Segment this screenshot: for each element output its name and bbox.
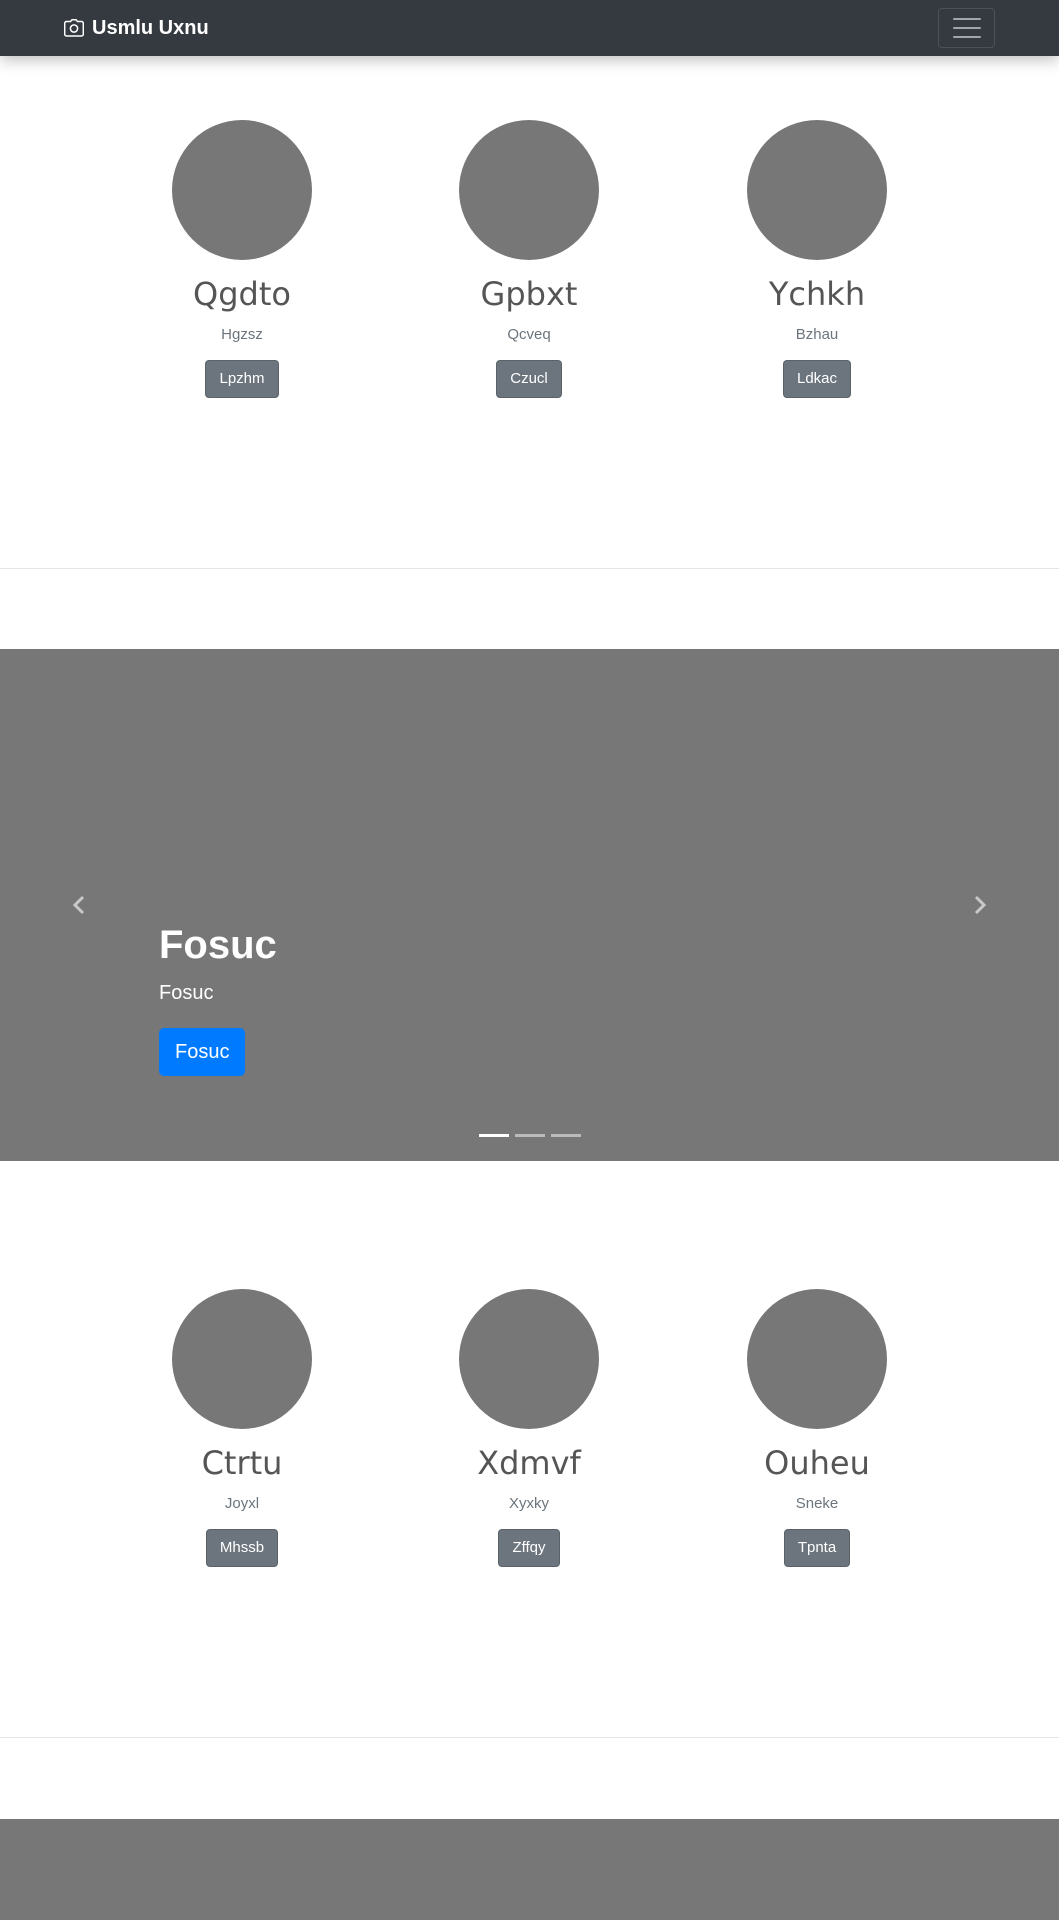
chevron-left-icon [72,895,86,915]
hamburger-menu-icon [952,18,981,20]
carousel-indicator-1[interactable] [478,1134,509,1137]
avatar-placeholder [459,1289,599,1429]
card-subtitle: Qcveq [507,326,551,343]
brand-name: Usmlu Uxnu [92,16,209,39]
card: Xdmvf Xyxky Zffqy [404,1289,654,1567]
card-subtitle: Hgzsz [221,326,263,343]
navbar: Usmlu Uxnu [0,0,1059,56]
card-title: Qgdto [193,275,291,313]
section-divider [0,1737,1059,1738]
card: Gpbxt Qcveq Czucl [404,120,654,398]
card-button[interactable]: Ldkac [782,360,852,398]
hero-carousel: Fosuc Fosuc Fosuc [0,649,1059,1161]
camera-icon [64,19,84,37]
card-title: Gpbxt [480,275,578,313]
card: Ouheu Sneke Tpnta [692,1289,942,1567]
card-title: Ctrtu [201,1444,283,1482]
carousel-cta-button[interactable]: Fosuc [159,1028,246,1076]
card-button[interactable]: Tpnta [783,1529,851,1567]
carousel-text: Fosuc [159,982,214,1004]
card-title: Xdmvf [477,1444,581,1482]
navbar-toggler-button[interactable] [938,8,995,48]
card: Qgdto Hgzsz Lpzhm [117,120,367,398]
carousel-indicator-3[interactable] [550,1134,581,1137]
avatar-placeholder [172,1289,312,1429]
carousel-indicators [0,1131,1059,1141]
carousel-indicator-2[interactable] [514,1134,545,1137]
card-title: Ychkh [768,275,866,313]
card-button[interactable]: Zffqy [498,1529,560,1567]
avatar-placeholder [747,1289,887,1429]
card-subtitle: Xyxky [508,1495,549,1512]
card-button[interactable]: Mhssb [205,1529,279,1567]
carousel-heading: Fosuc [159,923,277,967]
card-subtitle: Joyxl [224,1495,260,1512]
carousel-caption: Fosuc Fosuc Fosuc [159,923,277,1076]
avatar-placeholder [747,120,887,260]
chevron-right-icon [973,895,987,915]
section-divider [0,568,1059,569]
next-carousel-placeholder [0,1819,1059,1920]
card-button[interactable]: Lpzhm [205,360,279,398]
card: Ychkh Bzhau Ldkac [692,120,942,398]
cards-row-top: Qgdto Hgzsz Lpzhm Gpbxt Qcveq Czucl Ychk… [0,120,1059,398]
cards-row-bottom: Ctrtu Joyxl Mhssb Xdmvf Xyxky Zffqy Ouhe… [0,1289,1059,1567]
card: Ctrtu Joyxl Mhssb [117,1289,367,1567]
carousel-next-button[interactable] [905,649,1055,1161]
avatar-placeholder [459,120,599,260]
brand-link[interactable]: Usmlu Uxnu [64,0,209,56]
card-subtitle: Sneke [795,1495,839,1512]
carousel-prev-button[interactable] [4,649,154,1161]
avatar-placeholder [172,120,312,260]
card-title: Ouheu [764,1444,870,1482]
card-button[interactable]: Czucl [496,360,562,398]
card-subtitle: Bzhau [795,326,839,343]
